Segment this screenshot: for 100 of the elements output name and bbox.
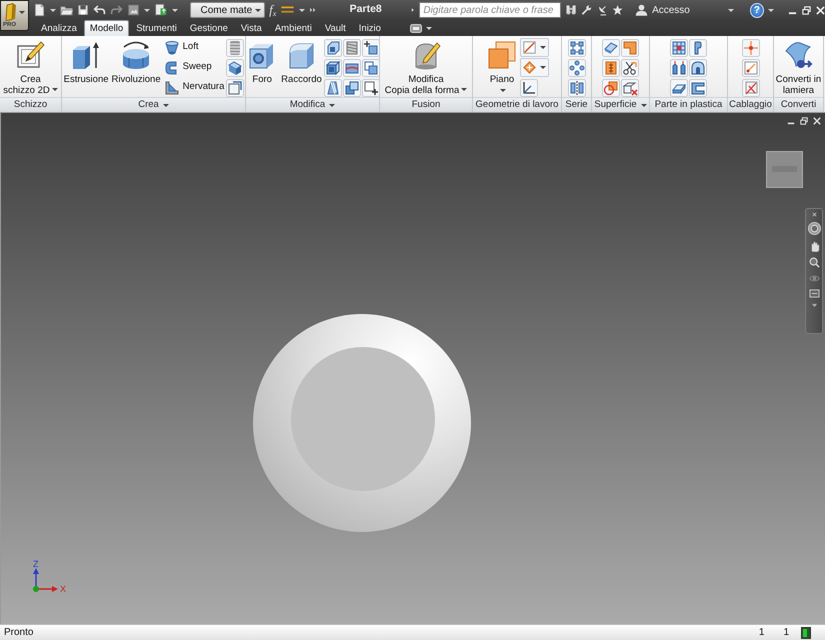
ribbon-tool-button[interactable]: Estrusione bbox=[62, 38, 110, 86]
restore-icon[interactable] bbox=[800, 117, 808, 125]
funnel-icon bbox=[164, 40, 180, 56]
panel-title: Converti bbox=[774, 97, 823, 112]
l-bracket-icon bbox=[164, 80, 180, 96]
diagonal-line-icon bbox=[521, 39, 538, 56]
ribbon-tool-button[interactable]: Raccordo bbox=[280, 38, 323, 86]
ribbon-tab[interactable]: Modello bbox=[84, 20, 130, 36]
caret-icon[interactable] bbox=[144, 8, 150, 12]
caret-icon bbox=[19, 10, 25, 14]
document-image-icon[interactable] bbox=[127, 3, 140, 17]
hook-icon[interactable] bbox=[689, 38, 707, 56]
dropdown-tool-button[interactable] bbox=[520, 38, 549, 57]
cross-square-icon[interactable] bbox=[362, 38, 380, 56]
coil-icon[interactable] bbox=[226, 38, 244, 56]
ribbon-tool-button[interactable]: Sweep bbox=[162, 58, 226, 77]
zoom-icon[interactable] bbox=[808, 257, 820, 268]
coordinate-axes-icon[interactable] bbox=[520, 78, 538, 96]
ribbon-tool-button[interactable]: Modifica Copia della forma bbox=[384, 38, 468, 97]
star-icon[interactable] bbox=[612, 3, 624, 17]
caret-icon[interactable] bbox=[768, 8, 774, 12]
ribbon-tool-button[interactable]: Converti in lamiera bbox=[774, 38, 822, 97]
rectangular-pattern-icon[interactable] bbox=[568, 38, 586, 56]
ribbon-tab[interactable]: Analizza bbox=[35, 21, 83, 36]
new-file-icon[interactable] bbox=[33, 3, 46, 17]
eye-icon[interactable] bbox=[808, 273, 820, 284]
ribbon-tool-button[interactable]: Rivoluzione bbox=[110, 38, 162, 86]
origin-dot bbox=[33, 586, 39, 592]
caret-icon bbox=[255, 8, 262, 12]
panel-title: Schizzo bbox=[0, 97, 61, 112]
mirror-icon[interactable] bbox=[568, 78, 586, 96]
wheel-icon[interactable] bbox=[808, 222, 820, 235]
ribbon-tab[interactable]: Inizio bbox=[352, 21, 387, 36]
line-point-icon[interactable] bbox=[742, 58, 760, 76]
caret-icon[interactable] bbox=[426, 27, 432, 30]
caret-icon[interactable] bbox=[728, 8, 734, 12]
status-message: Pronto bbox=[3, 626, 34, 640]
crossed-square-icon[interactable] bbox=[742, 78, 760, 96]
save-icon[interactable] bbox=[77, 3, 90, 17]
axis-label: Z bbox=[33, 559, 38, 569]
status-field: 1 bbox=[758, 625, 764, 640]
caret-icon[interactable] bbox=[299, 8, 306, 12]
grid-icon[interactable] bbox=[670, 38, 688, 56]
face-cube-icon[interactable] bbox=[324, 58, 342, 76]
binoculars-icon[interactable] bbox=[565, 3, 578, 17]
cube-icon[interactable] bbox=[226, 58, 244, 76]
caret-icon[interactable] bbox=[172, 8, 178, 12]
panel-toggle-icon[interactable] bbox=[410, 24, 422, 33]
panel-title: Cablaggio bbox=[728, 97, 773, 112]
panel-title-button[interactable]: Crea bbox=[62, 97, 245, 112]
ribbon-tool-button[interactable]: Piano bbox=[485, 38, 519, 93]
close-icon[interactable] bbox=[813, 117, 821, 125]
ribbon-tool-button[interactable]: Foro bbox=[245, 38, 280, 86]
square-plus-icon[interactable] bbox=[362, 78, 380, 96]
restore-icon[interactable] bbox=[802, 6, 811, 14]
caret-icon[interactable] bbox=[50, 8, 56, 12]
ribbon-tool-button[interactable]: Loft bbox=[162, 38, 226, 57]
style-dropdown[interactable]: Come mate bbox=[190, 2, 266, 18]
crosshair-dot-icon[interactable] bbox=[742, 38, 760, 56]
ribbon-tool-button[interactable]: Nervatura bbox=[162, 78, 226, 97]
hatched-block-icon[interactable] bbox=[342, 38, 361, 56]
pillars-icon[interactable] bbox=[670, 58, 688, 76]
ribbon-tab[interactable]: Ambienti bbox=[268, 21, 318, 36]
diamond-plus-icon bbox=[521, 59, 538, 76]
tilted-plate-icon[interactable] bbox=[602, 38, 620, 56]
c-bracket-icon[interactable] bbox=[689, 78, 707, 96]
circle-square-icon[interactable] bbox=[602, 78, 620, 96]
panel-title: Fusion bbox=[380, 97, 472, 112]
memory-meter-icon bbox=[801, 626, 811, 638]
shell-cube-icon[interactable] bbox=[324, 38, 342, 56]
panel-title-button[interactable]: Modifica bbox=[246, 97, 379, 112]
stitched-block-icon[interactable] bbox=[602, 58, 620, 76]
wrench-icon[interactable] bbox=[581, 3, 593, 17]
slab-icon[interactable] bbox=[670, 78, 688, 96]
search-field[interactable]: Digitare parola chiave o frase bbox=[419, 2, 562, 18]
arch-icon[interactable] bbox=[689, 58, 707, 76]
hand-icon[interactable] bbox=[808, 240, 820, 252]
sketch-pencil-icon bbox=[14, 39, 46, 71]
stacked-squares-icon[interactable] bbox=[342, 78, 361, 96]
parameters-button[interactable]: f$_{x}$ bbox=[269, 3, 276, 17]
tapered-block-icon[interactable] bbox=[324, 78, 342, 96]
cube-x-icon[interactable] bbox=[621, 78, 639, 96]
ribbon-tab[interactable]: Strumenti bbox=[130, 21, 183, 36]
ribbon-tab[interactable]: Vault bbox=[318, 21, 352, 36]
sign-in-button[interactable]: Accesso bbox=[635, 2, 690, 18]
split-block-icon[interactable] bbox=[342, 58, 361, 76]
ribbon-tab[interactable]: Vista bbox=[234, 21, 268, 36]
close-icon[interactable] bbox=[812, 212, 816, 217]
app-logo-icon bbox=[4, 3, 18, 21]
rectangle-icon[interactable] bbox=[808, 289, 820, 298]
circular-pattern-icon[interactable] bbox=[568, 58, 586, 76]
scissors-icon[interactable] bbox=[621, 58, 639, 76]
copy-icon[interactable] bbox=[362, 58, 380, 76]
corner-patch-icon[interactable] bbox=[621, 38, 639, 56]
ribbon-tool-button[interactable]: Crea schizzo 2D bbox=[2, 38, 59, 97]
undo-icon[interactable] bbox=[93, 3, 106, 17]
panel-title-button[interactable]: Superficie bbox=[592, 97, 649, 112]
ribbon-tab[interactable]: Gestione bbox=[184, 21, 234, 36]
caret-icon[interactable] bbox=[812, 303, 816, 308]
square-corner-icon[interactable] bbox=[226, 78, 244, 96]
